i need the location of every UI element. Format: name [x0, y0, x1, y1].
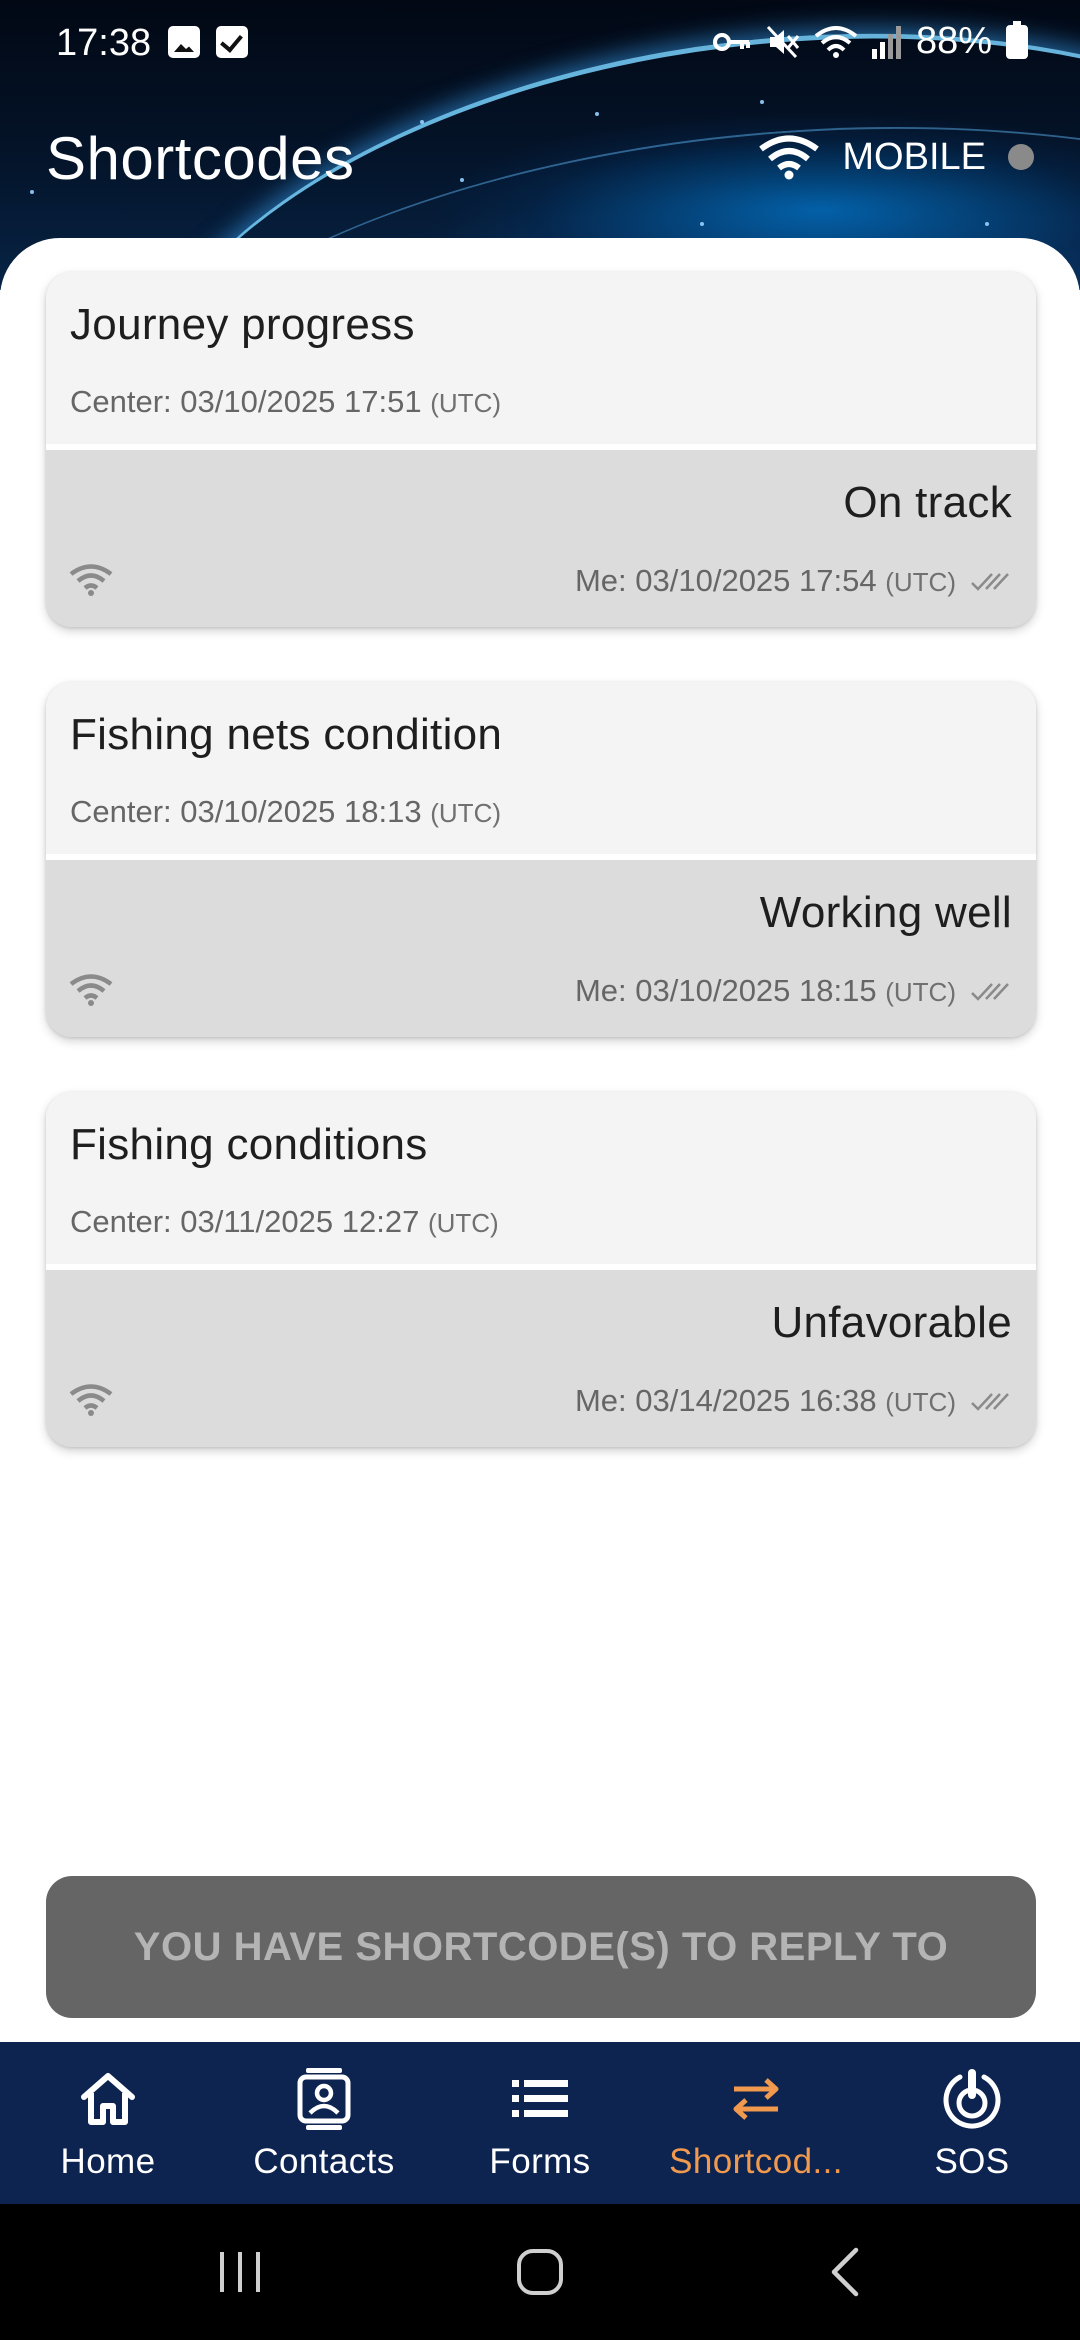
recents-icon [220, 2252, 260, 2292]
star-decoration [420, 120, 424, 124]
shortcode-reply: Working well Me: 03/10/2025 18:15 (UTC) [46, 860, 1036, 1037]
system-navigation-bar [0, 2204, 1080, 2340]
center-timestamp: Center: 03/10/2025 18:13 (UTC) [70, 794, 1012, 830]
reply-text: Unfavorable [771, 1298, 1012, 1347]
double-check-icon [971, 573, 1009, 591]
connection-status-dot [1008, 144, 1034, 170]
home-icon [81, 2073, 135, 2125]
timezone-label: (UTC) [427, 1208, 499, 1238]
checkbox-icon [216, 26, 248, 58]
wifi-icon [69, 564, 113, 596]
battery-percentage: 88% [915, 20, 992, 62]
nav-label: Contacts [253, 2142, 395, 2181]
timezone-label: (UTC) [430, 388, 502, 418]
center-timestamp-text: Center: 03/10/2025 17:51 [70, 384, 422, 419]
shortcode-title: Journey progress [70, 300, 415, 349]
signal-icon [871, 25, 901, 59]
nav-item-contacts[interactable]: Contacts [216, 2042, 432, 2204]
wifi-icon [759, 135, 820, 180]
center-timestamp: Center: 03/10/2025 17:51 (UTC) [70, 384, 1012, 420]
center-timestamp-text: Center: 03/10/2025 18:13 [70, 794, 422, 829]
shortcode-card[interactable]: Journey progress Center: 03/10/2025 17:5… [46, 272, 1036, 627]
content-sheet: Journey progress Center: 03/10/2025 17:5… [0, 238, 1080, 2042]
shortcode-card[interactable]: Fishing nets condition Center: 03/10/202… [46, 682, 1036, 1037]
shortcode-question: Fishing conditions Center: 03/11/2025 12… [46, 1092, 1036, 1264]
sos-icon [943, 2069, 1001, 2129]
shortcode-reply: Unfavorable Me: 03/14/2025 16:38 (UTC) [46, 1270, 1036, 1447]
nav-item-shortcodes[interactable]: Shortcod... [648, 2042, 864, 2204]
shortcode-card[interactable]: Fishing conditions Center: 03/11/2025 12… [46, 1092, 1036, 1447]
me-timestamp: Me: 03/10/2025 18:15 (UTC) [575, 973, 1012, 1009]
contacts-icon [297, 2068, 351, 2130]
reply-text: Working well [759, 888, 1012, 937]
center-timestamp: Center: 03/11/2025 12:27 (UTC) [70, 1204, 1012, 1240]
connection-label: MOBILE [842, 135, 986, 178]
timezone-label: (UTC) [885, 567, 956, 597]
nav-item-forms[interactable]: Forms [432, 2042, 648, 2204]
wifi-icon [814, 25, 858, 58]
star-decoration [985, 222, 989, 226]
timezone-label: (UTC) [885, 1387, 956, 1417]
me-timestamp-text: Me: 03/10/2025 18:15 [574, 973, 877, 1008]
nav-label: SOS [934, 2142, 1010, 2181]
mute-icon [766, 25, 800, 58]
shortcode-question: Fishing nets condition Center: 03/10/202… [46, 682, 1036, 854]
key-icon [712, 32, 750, 51]
me-timestamp-text: Me: 03/10/2025 17:54 [574, 563, 877, 598]
timezone-label: (UTC) [430, 798, 502, 828]
shortcode-question: Journey progress Center: 03/10/2025 17:5… [46, 272, 1036, 444]
me-timestamp: Me: 03/14/2025 16:38 (UTC) [575, 1383, 1012, 1419]
shortcode-title: Fishing nets condition [70, 710, 503, 759]
reply-text: On track [843, 478, 1012, 527]
star-decoration [460, 178, 464, 182]
recents-button[interactable] [190, 2204, 290, 2340]
status-time: 17:38 [56, 22, 152, 64]
star-decoration [760, 100, 764, 104]
nav-item-sos[interactable]: SOS [864, 2042, 1080, 2204]
wifi-icon [69, 1384, 113, 1416]
home-circle-icon [517, 2249, 563, 2295]
star-decoration [595, 112, 599, 116]
nav-item-home[interactable]: Home [0, 2042, 216, 2204]
swap-arrows-icon [733, 2078, 779, 2120]
me-timestamp: Me: 03/10/2025 17:54 (UTC) [575, 563, 1012, 599]
wifi-icon [69, 974, 113, 1006]
timezone-label: (UTC) [885, 977, 956, 1007]
bottom-navigation: Home Contacts Forms Shortcod... SOS [0, 2042, 1080, 2204]
reply-to-shortcodes-button[interactable]: YOU HAVE SHORTCODE(S) TO REPLY TO [46, 1876, 1036, 2018]
center-timestamp-text: Center: 03/11/2025 12:27 [70, 1204, 420, 1239]
shortcode-reply: On track Me: 03/10/2025 17:54 (UTC) [46, 450, 1036, 627]
home-button[interactable] [490, 2204, 590, 2340]
me-timestamp-text: Me: 03/14/2025 16:38 [574, 1383, 877, 1418]
back-button[interactable] [795, 2204, 895, 2340]
nav-label: Shortcod... [669, 2142, 843, 2181]
gallery-icon [168, 26, 200, 58]
status-bar: 17:38 88% [0, 0, 1080, 88]
star-decoration [700, 222, 704, 226]
double-check-icon [971, 983, 1009, 1001]
nav-label: Home [60, 2142, 156, 2181]
shortcode-title: Fishing conditions [70, 1120, 428, 1169]
connection-status[interactable]: MOBILE [758, 134, 1034, 180]
double-check-icon [971, 1393, 1009, 1411]
star-decoration [30, 190, 34, 194]
back-icon [831, 2247, 859, 2297]
battery-icon [1006, 20, 1028, 59]
nav-label: Forms [489, 2142, 591, 2181]
page-title: Shortcodes [46, 125, 355, 192]
list-icon [512, 2080, 568, 2117]
